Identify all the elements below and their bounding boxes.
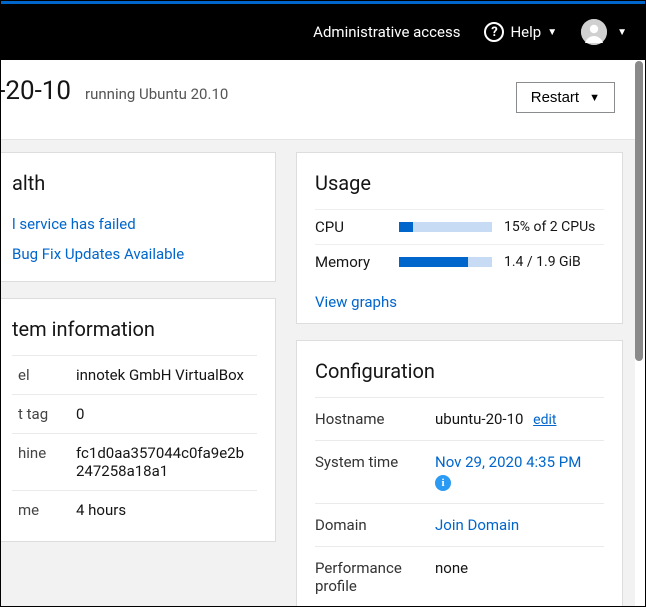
user-menu[interactable]: ▼ (581, 19, 627, 45)
health-card: alth l service has failed Bug Fix Update… (1, 152, 276, 282)
usage-cpu-label: CPU (315, 218, 387, 236)
help-menu[interactable]: ? Help ▼ (484, 22, 557, 42)
help-label: Help (510, 23, 541, 41)
table-row: t tag 0 (12, 395, 257, 434)
system-time-link[interactable]: Nov 29, 2020 4:35 PM (435, 453, 581, 471)
usage-title: Usage (315, 171, 604, 195)
table-row: Hostname ubuntu-20-10 edit (315, 398, 604, 441)
health-link-service-failed[interactable]: l service has failed (12, 209, 257, 239)
chevron-down-icon: ▼ (617, 27, 627, 38)
config-card: Configuration Hostname ubuntu-20-10 edit… (296, 340, 623, 606)
table-row: Performance profile none (315, 547, 604, 607)
sysinfo-label: t tag (12, 395, 70, 434)
table-row: Domain Join Domain (315, 504, 604, 547)
info-icon[interactable]: i (435, 475, 451, 491)
table-row: hine fc1d0aa357044c0fa9e2b247258a18a1 (12, 434, 257, 491)
usage-card: Usage CPU 15% of 2 CPUs Memory 1.4 / 1.9… (296, 152, 623, 324)
config-hostname-value: ubuntu-20-10 (435, 410, 523, 428)
page-title: ntu-20-10 (1, 76, 71, 106)
top-bar: Administrative access ? Help ▼ ▼ (1, 4, 645, 60)
restart-label: Restart (531, 89, 579, 106)
help-icon: ? (484, 22, 504, 42)
scrollbar[interactable] (635, 61, 643, 361)
sysinfo-value: fc1d0aa357044c0fa9e2b247258a18a1 (70, 434, 257, 491)
view-graphs-link[interactable]: View graphs (315, 293, 397, 311)
config-label: Performance profile (315, 547, 435, 607)
config-label: Domain (315, 504, 435, 547)
memory-bar (399, 257, 492, 267)
sysinfo-value: innotek GmbH VirtualBox (70, 356, 257, 395)
sysinfo-value: 0 (70, 395, 257, 434)
config-title: Configuration (315, 359, 604, 383)
admin-access-label[interactable]: Administrative access (313, 23, 460, 41)
usage-cpu-text: 15% of 2 CPUs (504, 219, 604, 235)
sysinfo-label: me (12, 491, 70, 530)
page-header: ntu-20-10 running Ubuntu 20.10 Restart ▼ (1, 60, 635, 140)
page-subtitle: running Ubuntu 20.10 (85, 85, 228, 103)
avatar-icon (581, 19, 607, 45)
usage-row-memory: Memory 1.4 / 1.9 GiB (315, 244, 604, 279)
table-row: System time Nov 29, 2020 4:35 PM i (315, 441, 604, 504)
config-label: System time (315, 441, 435, 504)
table-row: el innotek GmbH VirtualBox (12, 356, 257, 395)
chevron-down-icon: ▼ (589, 92, 600, 104)
sysinfo-value: 4 hours (70, 491, 257, 530)
config-perf-value: none (435, 559, 468, 577)
table-row: me 4 hours (12, 491, 257, 530)
sysinfo-label: hine (12, 434, 70, 491)
chevron-down-icon: ▼ (547, 27, 557, 38)
health-title: alth (12, 171, 257, 195)
sysinfo-card: tem information el innotek GmbH VirtualB… (1, 298, 276, 542)
health-link-updates[interactable]: Bug Fix Updates Available (12, 239, 257, 269)
usage-mem-text: 1.4 / 1.9 GiB (504, 254, 604, 270)
sysinfo-label: el (12, 356, 70, 395)
restart-button[interactable]: Restart ▼ (516, 82, 615, 113)
usage-row-cpu: CPU 15% of 2 CPUs (315, 209, 604, 244)
config-label: Hostname (315, 398, 435, 441)
edit-hostname-link[interactable]: edit (533, 412, 556, 428)
join-domain-link[interactable]: Join Domain (435, 516, 519, 534)
sysinfo-title: tem information (12, 317, 257, 341)
cpu-bar (399, 222, 492, 232)
usage-mem-label: Memory (315, 253, 387, 271)
